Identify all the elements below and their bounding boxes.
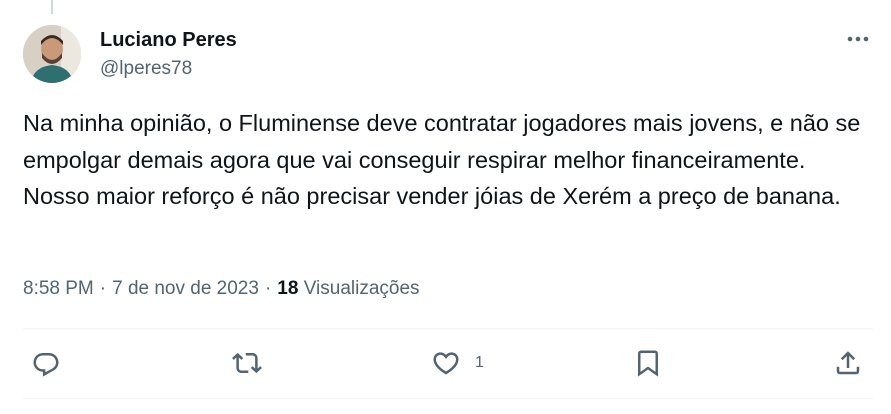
- reply-button[interactable]: [31, 347, 61, 379]
- like-count: 1: [475, 354, 484, 371]
- retweet-button[interactable]: [231, 347, 263, 379]
- meta-separator: ·: [264, 278, 272, 299]
- share-button[interactable]: [833, 347, 863, 379]
- actions-divider-top: [23, 328, 873, 329]
- author-display-name[interactable]: Luciano Peres: [100, 27, 237, 53]
- tweet-date[interactable]: 7 de nov de 2023: [112, 278, 259, 299]
- tweet-time[interactable]: 8:58 PM: [23, 278, 94, 299]
- thread-connector-line: [51, 0, 53, 14]
- author-handle[interactable]: @lperes78: [100, 56, 237, 82]
- retweet-icon: [232, 352, 262, 374]
- more-options-button[interactable]: [838, 24, 878, 54]
- heart-icon: [433, 352, 459, 375]
- more-horizontal-icon: [847, 36, 869, 42]
- share-icon: [836, 351, 860, 375]
- bookmark-button[interactable]: [633, 347, 663, 379]
- author-block: Luciano Peres @lperes78: [100, 27, 237, 82]
- reply-icon: [33, 353, 59, 377]
- views-label: Visualizações: [303, 278, 420, 299]
- tweet-metadata: 8:58 PM · 7 de nov de 2023 · 18 Visualizaçõe…: [23, 275, 420, 303]
- tweet-text: Na minha opinião, o Fluminense deve cont…: [23, 110, 861, 209]
- bookmark-icon: [638, 350, 658, 377]
- avatar[interactable]: [23, 25, 81, 83]
- like-button[interactable]: 1: [431, 347, 484, 379]
- views-count: 18: [277, 278, 299, 299]
- meta-separator: ·: [99, 278, 107, 299]
- avatar-image: [23, 25, 81, 83]
- actions-divider-bottom: [23, 398, 873, 399]
